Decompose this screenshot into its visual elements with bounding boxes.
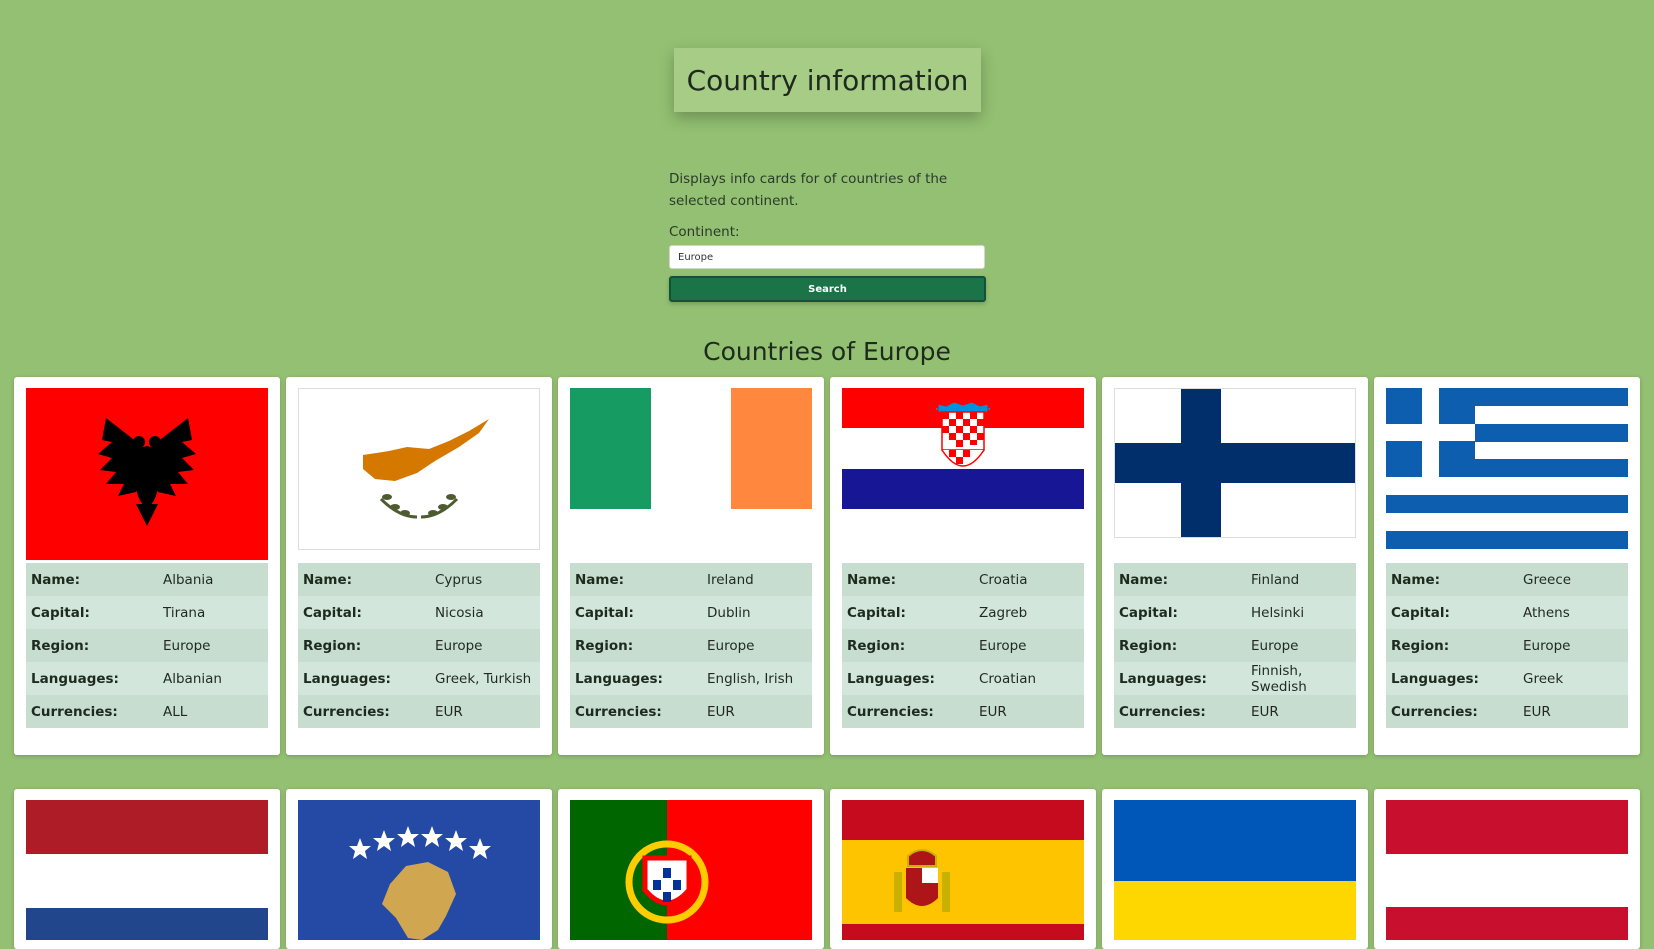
- ukraine-flag-icon: [1114, 800, 1356, 940]
- country-currencies: ALL: [163, 703, 188, 720]
- country-card: Name: Ireland Capital: Dublin Region: Europ…: [558, 377, 824, 755]
- languages-label: Languages:: [303, 670, 391, 687]
- region-label: Region:: [575, 637, 634, 654]
- country-languages: Croatian: [979, 670, 1037, 687]
- kosovo-flag-icon: [298, 800, 540, 940]
- name-label: Name:: [303, 571, 353, 588]
- languages-label: Languages:: [1119, 670, 1207, 687]
- name-label: Name:: [1119, 571, 1169, 588]
- country-currencies: EUR: [979, 703, 1007, 720]
- country-capital: Helsinki: [1251, 604, 1305, 621]
- languages-label: Languages:: [575, 670, 663, 687]
- croatia-flag-icon: [842, 388, 1084, 509]
- region-label: Region:: [847, 637, 906, 654]
- continent-label: Continent:: [669, 224, 740, 240]
- languages-label: Languages:: [31, 670, 119, 687]
- country-region: Europe: [707, 637, 755, 654]
- country-card: Name: Albania Capital: Tirana Region: Europ…: [14, 377, 280, 755]
- country-currencies: EUR: [1523, 703, 1551, 720]
- capital-label: Capital:: [1119, 604, 1178, 621]
- languages-label: Languages:: [1391, 670, 1479, 687]
- section-title: Countries of Europe: [703, 337, 951, 366]
- country-card: [286, 789, 552, 949]
- country-card: [14, 789, 280, 949]
- country-card: Name: Finland Capital: Helsinki Region: Eur…: [1102, 377, 1368, 755]
- country-capital: Tirana: [163, 604, 206, 621]
- languages-label: Languages:: [847, 670, 935, 687]
- portugal-flag-icon: [570, 800, 812, 940]
- greece-flag-icon: [1386, 388, 1628, 549]
- country-info-table: Name: Greece Capital: Athens Region: Europe…: [1386, 563, 1628, 728]
- country-card: Name: Croatia Capital: Zagreb Region: Europ…: [830, 377, 1096, 755]
- country-capital: Zagreb: [979, 604, 1028, 621]
- country-currencies: EUR: [707, 703, 735, 720]
- country-name: Albania: [163, 571, 214, 588]
- region-label: Region:: [31, 637, 90, 654]
- country-currencies: EUR: [1251, 703, 1279, 720]
- name-label: Name:: [31, 571, 81, 588]
- albania-flag-icon: [26, 388, 268, 560]
- capital-label: Capital:: [847, 604, 906, 621]
- country-card: [830, 789, 1096, 949]
- country-region: Europe: [1251, 637, 1299, 654]
- country-info-table: Name: Ireland Capital: Dublin Region: Europ…: [570, 563, 812, 728]
- country-capital: Nicosia: [435, 604, 484, 621]
- currencies-label: Currencies:: [303, 703, 390, 720]
- country-languages: Finnish, Swedish: [1251, 662, 1307, 695]
- country-region: Europe: [1523, 637, 1571, 654]
- country-currencies: EUR: [435, 703, 463, 720]
- currencies-label: Currencies:: [575, 703, 662, 720]
- country-info-table: Name: Croatia Capital: Zagreb Region: Europ…: [842, 563, 1084, 728]
- finland-flag-icon: [1114, 388, 1356, 538]
- country-info-table: Name: Cyprus Capital: Nicosia Region: Europ…: [298, 563, 540, 728]
- country-name: Cyprus: [435, 571, 483, 588]
- capital-label: Capital:: [303, 604, 362, 621]
- capital-label: Capital:: [1391, 604, 1450, 621]
- country-capital: Athens: [1523, 604, 1570, 621]
- austria-flag-icon: [1386, 800, 1628, 940]
- country-card: Name: Greece Capital: Athens Region: Europe…: [1374, 377, 1640, 755]
- country-card: [1374, 789, 1640, 949]
- description: Displays info cards for of countries of …: [669, 171, 948, 209]
- country-region: Europe: [163, 637, 211, 654]
- country-info-table: Name: Finland Capital: Helsinki Region: Eur…: [1114, 563, 1356, 728]
- country-languages: Greek: [1523, 670, 1564, 687]
- country-languages: English, Irish: [707, 670, 794, 687]
- country-card: Name: Cyprus Capital: Nicosia Region: Europ…: [286, 377, 552, 755]
- country-region: Europe: [979, 637, 1027, 654]
- country-card: [1102, 789, 1368, 949]
- currencies-label: Currencies:: [1119, 703, 1206, 720]
- name-label: Name:: [847, 571, 897, 588]
- region-label: Region:: [1391, 637, 1450, 654]
- currencies-label: Currencies:: [1391, 703, 1478, 720]
- capital-label: Capital:: [575, 604, 634, 621]
- region-label: Region:: [1119, 637, 1178, 654]
- capital-label: Capital:: [31, 604, 90, 621]
- country-languages: Greek, Turkish: [435, 670, 532, 687]
- name-label: Name:: [1391, 571, 1441, 588]
- search-button[interactable]: Search: [669, 276, 986, 302]
- country-name: Ireland: [707, 571, 754, 588]
- currencies-label: Currencies:: [31, 703, 118, 720]
- cyprus-flag-icon: [298, 388, 540, 550]
- name-label: Name:: [575, 571, 625, 588]
- continent-input[interactable]: [669, 245, 985, 269]
- netherlands-flag-icon: [26, 800, 268, 940]
- country-languages: Albanian: [163, 670, 222, 687]
- country-name: Finland: [1251, 571, 1300, 588]
- spain-flag-icon: [842, 800, 1084, 940]
- country-name: Greece: [1523, 571, 1572, 588]
- ireland-flag-icon: [570, 388, 812, 509]
- country-region: Europe: [435, 637, 483, 654]
- page-title: Country information: [674, 48, 981, 112]
- currencies-label: Currencies:: [847, 703, 934, 720]
- country-name: Croatia: [979, 571, 1028, 588]
- region-label: Region:: [303, 637, 362, 654]
- country-capital: Dublin: [707, 604, 751, 621]
- country-card: [558, 789, 824, 949]
- country-info-table: Name: Albania Capital: Tirana Region: Europ…: [26, 563, 268, 728]
